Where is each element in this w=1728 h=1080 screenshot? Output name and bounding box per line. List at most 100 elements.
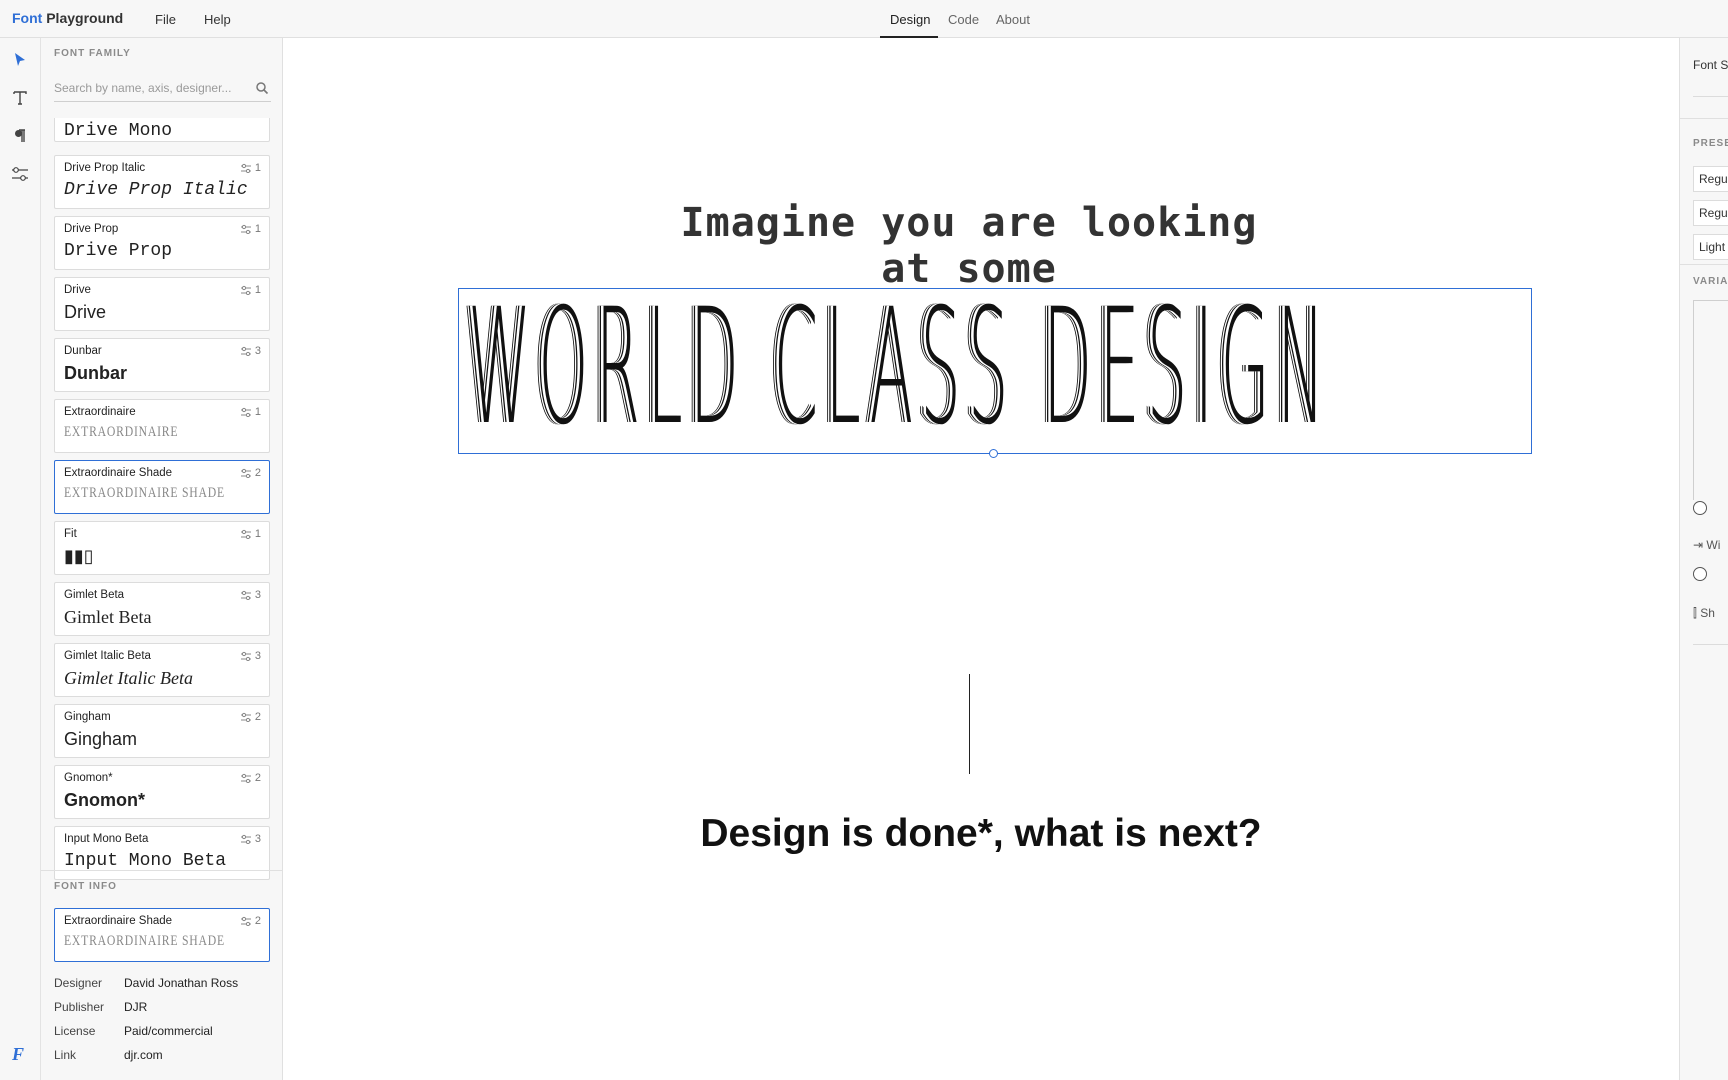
font-playground-logo-icon[interactable]: F xyxy=(8,1044,28,1064)
axes-count: 3 xyxy=(240,345,261,357)
font-card-sample: Input Mono Beta xyxy=(64,851,227,871)
canvas-text-line-2[interactable]: WORLD CLASS DESIGN xyxy=(468,274,1332,460)
axes-count: 2 xyxy=(240,467,261,479)
presets-title: PRESE xyxy=(1693,138,1728,149)
axes-count-value: 2 xyxy=(254,772,261,784)
font-card[interactable]: Drive Mono xyxy=(54,118,270,142)
axis-knob[interactable] xyxy=(1693,567,1707,581)
tab-code[interactable]: Code xyxy=(948,12,979,27)
shade-axis-row[interactable]: ⫿ Sh xyxy=(1693,606,1715,621)
axes-icon xyxy=(240,468,251,478)
font-card[interactable]: Drive Prop 1 Drive Prop xyxy=(54,216,270,270)
font-info-card-sample: EXTRAORDINAIRE SHADE xyxy=(64,933,225,949)
axes-count: 1 xyxy=(240,223,261,235)
axes-icon xyxy=(240,651,251,661)
canvas-text-line-3[interactable]: Design is done*, what is next? xyxy=(283,812,1679,856)
font-card[interactable]: Drive 1 Drive xyxy=(54,277,270,331)
font-size-slider[interactable] xyxy=(1693,96,1728,97)
font-card-name: Fit xyxy=(64,528,77,540)
info-license: License Paid/commercial xyxy=(54,1024,213,1038)
font-card-name: Extraordinaire xyxy=(64,406,136,418)
axis-graph[interactable] xyxy=(1693,300,1728,500)
width-axis-row[interactable]: ⇥ Wi xyxy=(1693,538,1720,552)
info-publisher: Publisher DJR xyxy=(54,1000,148,1014)
menu-help[interactable]: Help xyxy=(204,12,231,27)
font-info-title: FONT INFO xyxy=(54,881,117,892)
font-card[interactable]: Dunbar 3 Dunbar xyxy=(54,338,270,392)
top-bar: Font Playground File Help Design Code Ab… xyxy=(0,0,1728,38)
axes-count-value: 2 xyxy=(254,915,261,927)
design-canvas[interactable]: Imagine you are looking at some WORLD CL… xyxy=(283,38,1679,1080)
font-card-name: Gimlet Beta xyxy=(64,589,125,601)
font-card-name: Gnomon* xyxy=(64,772,113,784)
text-tool-icon[interactable] xyxy=(10,88,30,108)
link-value[interactable]: djr.com xyxy=(124,1048,163,1062)
font-card[interactable]: Gimlet Beta 3 Gimlet Beta xyxy=(54,582,270,636)
search-icon[interactable] xyxy=(255,81,269,95)
text-cursor xyxy=(969,674,970,774)
preset-item[interactable]: Regul xyxy=(1693,166,1728,192)
font-card-sample: Gnomon* xyxy=(64,790,145,810)
font-card[interactable]: Drive Prop Italic 1 Drive Prop Italic xyxy=(54,155,270,209)
axes-count: 3 xyxy=(240,650,261,662)
font-card-sample: Drive Prop Italic xyxy=(64,180,248,200)
axes-icon xyxy=(240,916,251,926)
font-card-name: Drive Prop xyxy=(64,223,119,235)
axes-count: 2 xyxy=(240,711,261,723)
width-axis-icon: ⇥ xyxy=(1693,538,1704,552)
paragraph-icon[interactable] xyxy=(10,126,30,146)
axes-sliders-icon[interactable] xyxy=(10,164,30,184)
font-family-title: FONT FAMILY xyxy=(54,48,131,59)
axes-count: 3 xyxy=(240,833,261,845)
preset-item[interactable]: Light xyxy=(1693,234,1728,260)
font-info-card-name: Extraordinaire Shade xyxy=(64,915,173,927)
font-card[interactable]: Extraordinaire 1 EXTRAORDINAIRE xyxy=(54,399,270,453)
font-card[interactable]: Fit 1 ▮▮▯ xyxy=(54,521,270,575)
font-card-name: Gingham xyxy=(64,711,111,723)
font-list[interactable]: Drive Mono Drive Prop Italic 1 Drive Prop I… xyxy=(54,118,271,900)
axes-icon xyxy=(240,834,251,844)
font-search-input[interactable] xyxy=(54,76,244,100)
font-card-sample: EXTRAORDINAIRE SHADE xyxy=(64,485,225,501)
font-card-sample: ▮▮▯ xyxy=(64,546,94,566)
axes-icon xyxy=(240,529,251,539)
font-card[interactable]: Gnomon* 2 Gnomon* xyxy=(54,765,270,819)
preset-item[interactable]: Regul xyxy=(1693,200,1728,226)
axes-count-value: 3 xyxy=(254,833,261,845)
properties-panel: Font S PRESE Regul Regul Light VARIA ⇥ W… xyxy=(1679,38,1728,1080)
font-card-name: Drive Prop Italic xyxy=(64,162,146,174)
tab-design[interactable]: Design xyxy=(890,12,930,27)
font-card[interactable]: Input Mono Beta 3 Input Mono Beta xyxy=(54,826,270,880)
font-card-name: Gimlet Italic Beta xyxy=(64,650,151,662)
font-search xyxy=(54,76,271,102)
axes-count-value: 3 xyxy=(254,345,261,357)
font-card-sample: Dunbar xyxy=(64,363,127,383)
axes-count-value: 1 xyxy=(254,528,261,540)
axes-count: 2 xyxy=(240,772,261,784)
axes-count-value: 2 xyxy=(254,467,261,479)
axes-count-value: 1 xyxy=(254,406,261,418)
divider xyxy=(1680,118,1728,119)
font-card[interactable]: Gimlet Italic Beta 3 Gimlet Italic Beta xyxy=(54,643,270,697)
font-card-sample: Gimlet Italic Beta xyxy=(64,668,193,688)
font-card-sample: Gimlet Beta xyxy=(64,607,152,627)
axes-count: 2 xyxy=(240,915,261,927)
selection-handle[interactable] xyxy=(989,449,998,458)
font-card[interactable]: Gingham 2 Gingham xyxy=(54,704,270,758)
tab-about[interactable]: About xyxy=(996,12,1030,27)
axis-knob[interactable] xyxy=(1693,501,1707,515)
axes-icon xyxy=(240,407,251,417)
axes-icon xyxy=(240,163,251,173)
brand-rest: Playground xyxy=(46,10,124,26)
font-card[interactable]: Extraordinaire Shade 2 EXTRAORDINAIRE SHAD… xyxy=(54,460,270,514)
menu-file[interactable]: File xyxy=(155,12,176,27)
font-card-name: Extraordinaire Shade xyxy=(64,467,173,479)
axes-icon xyxy=(240,773,251,783)
app-logo[interactable]: Font Playground xyxy=(12,10,123,26)
axes-count-value: 2 xyxy=(254,711,261,723)
divider xyxy=(1680,264,1728,265)
font-card-sample: Drive Mono xyxy=(64,121,173,141)
select-arrow-icon[interactable] xyxy=(10,50,30,70)
info-link: Link djr.com xyxy=(54,1048,163,1062)
axes-count-value: 1 xyxy=(254,284,261,296)
